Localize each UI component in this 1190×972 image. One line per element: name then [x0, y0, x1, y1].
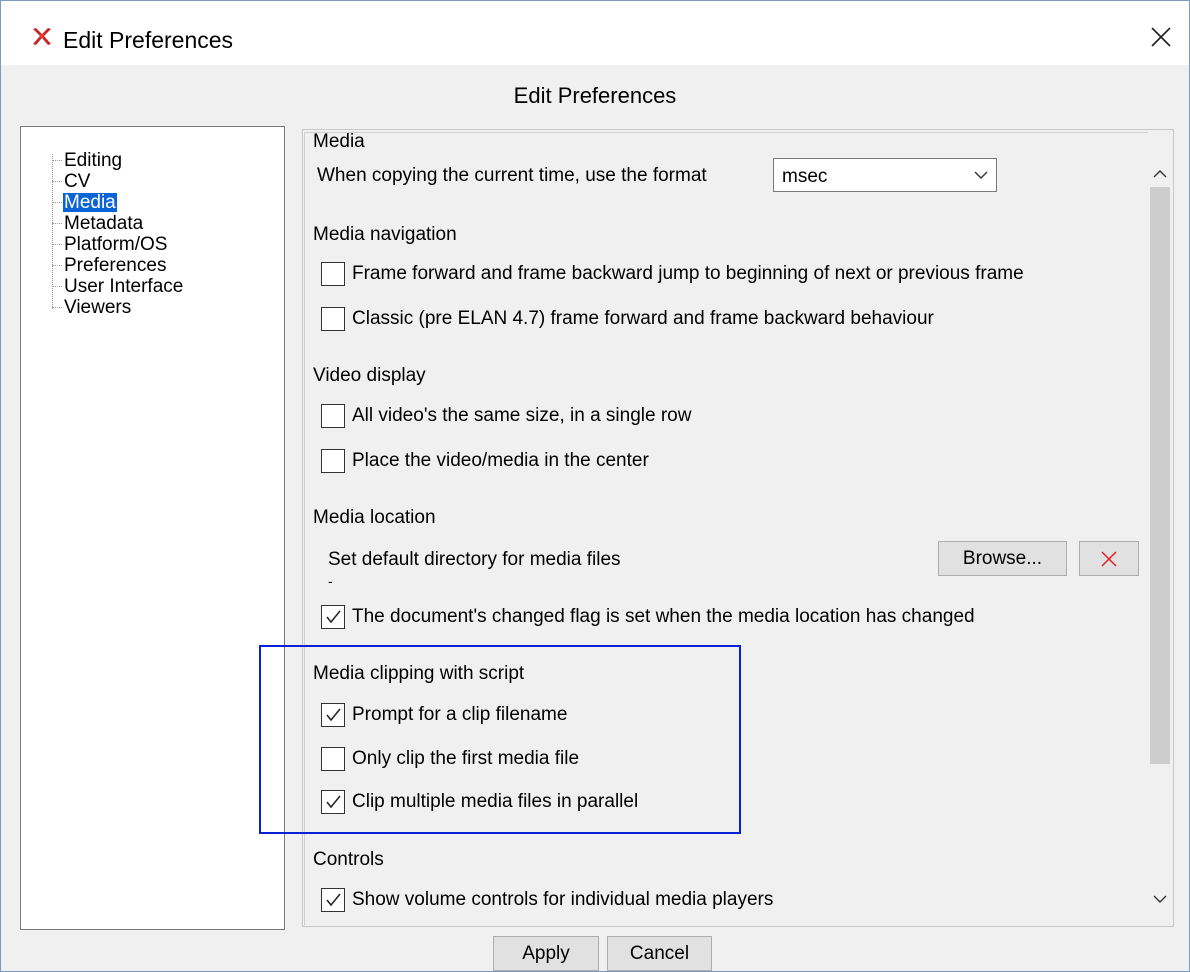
- apply-button[interactable]: Apply: [493, 936, 599, 971]
- time-format-label: When copying the current time, use the f…: [317, 165, 707, 186]
- tree-item-media[interactable]: Media: [52, 192, 118, 213]
- checkbox-clip-parallel[interactable]: Clip multiple media files in parallel: [321, 787, 638, 817]
- checkbox-classic-frame[interactable]: Classic (pre ELAN 4.7) frame forward and…: [321, 304, 934, 334]
- checkbox-box: [321, 703, 345, 727]
- tree-item-label: Platform/OS: [64, 234, 168, 255]
- category-tree[interactable]: Editing CV Media Metadata Platform/OS Pr…: [20, 126, 285, 930]
- tree-item-cv[interactable]: CV: [52, 171, 91, 192]
- cancel-button[interactable]: Cancel: [607, 936, 712, 971]
- tree-item-label: Viewers: [64, 297, 132, 318]
- section-title: Media: [313, 131, 365, 152]
- checkbox-prompt-clip-filename[interactable]: Prompt for a clip filename: [321, 700, 567, 730]
- checkbox-label: Classic (pre ELAN 4.7) frame forward and…: [352, 308, 934, 329]
- tree-item-editing[interactable]: Editing: [52, 150, 123, 171]
- time-format-select[interactable]: msec: [773, 158, 997, 192]
- checkbox-box: [321, 404, 345, 428]
- navigation-heading: Media navigation: [313, 224, 457, 245]
- default-dir-value: -: [328, 573, 333, 589]
- checkbox-changed-flag[interactable]: The document's changed flag is set when …: [321, 602, 975, 632]
- checkbox-label: All video's the same size, in a single r…: [352, 405, 692, 426]
- checkbox-box: [321, 888, 345, 912]
- video-display-heading: Video display: [313, 365, 426, 386]
- checkbox-box: [321, 449, 345, 473]
- tree-item-viewers[interactable]: Viewers: [52, 297, 132, 318]
- window-title: Edit Preferences: [63, 27, 234, 53]
- tree-item-label: Preferences: [64, 255, 167, 276]
- checkbox-box: [321, 747, 345, 771]
- checkbox-label: Show volume controls for individual medi…: [352, 889, 774, 910]
- tree-item-platform-os[interactable]: Platform/OS: [52, 234, 168, 255]
- checkbox-label: Clip multiple media files in parallel: [352, 791, 639, 812]
- close-icon[interactable]: [1149, 25, 1173, 49]
- browse-button[interactable]: Browse...: [938, 541, 1067, 576]
- chevron-down-icon[interactable]: [1153, 895, 1167, 904]
- time-format-value: msec: [782, 166, 828, 187]
- checkbox-center-video[interactable]: Place the video/media in the center: [321, 446, 649, 476]
- checkbox-volume-controls[interactable]: Show volume controls for individual medi…: [321, 885, 773, 915]
- checkbox-frame-jump[interactable]: Frame forward and frame backward jump to…: [321, 259, 1024, 289]
- controls-heading: Controls: [313, 849, 384, 870]
- chevron-down-icon: [974, 171, 988, 179]
- dialog-heading: Edit Preferences: [513, 83, 677, 108]
- check-icon: [326, 610, 341, 624]
- checkbox-same-size[interactable]: All video's the same size, in a single r…: [321, 401, 691, 431]
- checkbox-label: Only clip the first media file: [352, 748, 580, 769]
- tree-item-preferences[interactable]: Preferences: [52, 255, 167, 276]
- scrollbar-thumb[interactable]: [1150, 187, 1170, 764]
- tree-item-label: Editing: [64, 150, 123, 171]
- checkbox-box: [321, 307, 345, 331]
- preferences-dialog: Edit Preferences Edit Preferences Editin…: [0, 0, 1190, 972]
- tree-item-label: Metadata: [64, 213, 144, 234]
- checkbox-box: [321, 262, 345, 286]
- clipping-heading: Media clipping with script: [313, 663, 525, 684]
- checkbox-clip-first-only[interactable]: Only clip the first media file: [321, 744, 579, 774]
- tree-item-label: Media: [62, 192, 118, 213]
- check-icon: [326, 795, 341, 809]
- tree-item-label: CV: [64, 171, 91, 192]
- checkbox-label: Prompt for a clip filename: [352, 704, 568, 725]
- default-dir-label: Set default directory for media files: [328, 549, 621, 570]
- check-icon: [326, 893, 341, 907]
- clear-directory-button[interactable]: [1079, 541, 1139, 576]
- tree-item-label: User Interface: [64, 276, 184, 297]
- check-icon: [326, 708, 341, 722]
- checkbox-box: [321, 790, 345, 814]
- tree-item-user-interface[interactable]: User Interface: [52, 276, 184, 297]
- elan-app-icon: [33, 28, 51, 45]
- title-bar: Edit Preferences: [1, 1, 1189, 65]
- media-location-heading: Media location: [313, 507, 436, 528]
- vertical-scrollbar[interactable]: [1147, 149, 1171, 924]
- checkbox-label: The document's changed flag is set when …: [352, 606, 975, 627]
- checkbox-box: [321, 605, 345, 629]
- close-icon: [1101, 550, 1117, 567]
- checkbox-label: Place the video/media in the center: [352, 450, 649, 471]
- tree-item-metadata[interactable]: Metadata: [52, 213, 144, 234]
- chevron-up-icon[interactable]: [1153, 169, 1167, 178]
- checkbox-label: Frame forward and frame backward jump to…: [352, 263, 1024, 284]
